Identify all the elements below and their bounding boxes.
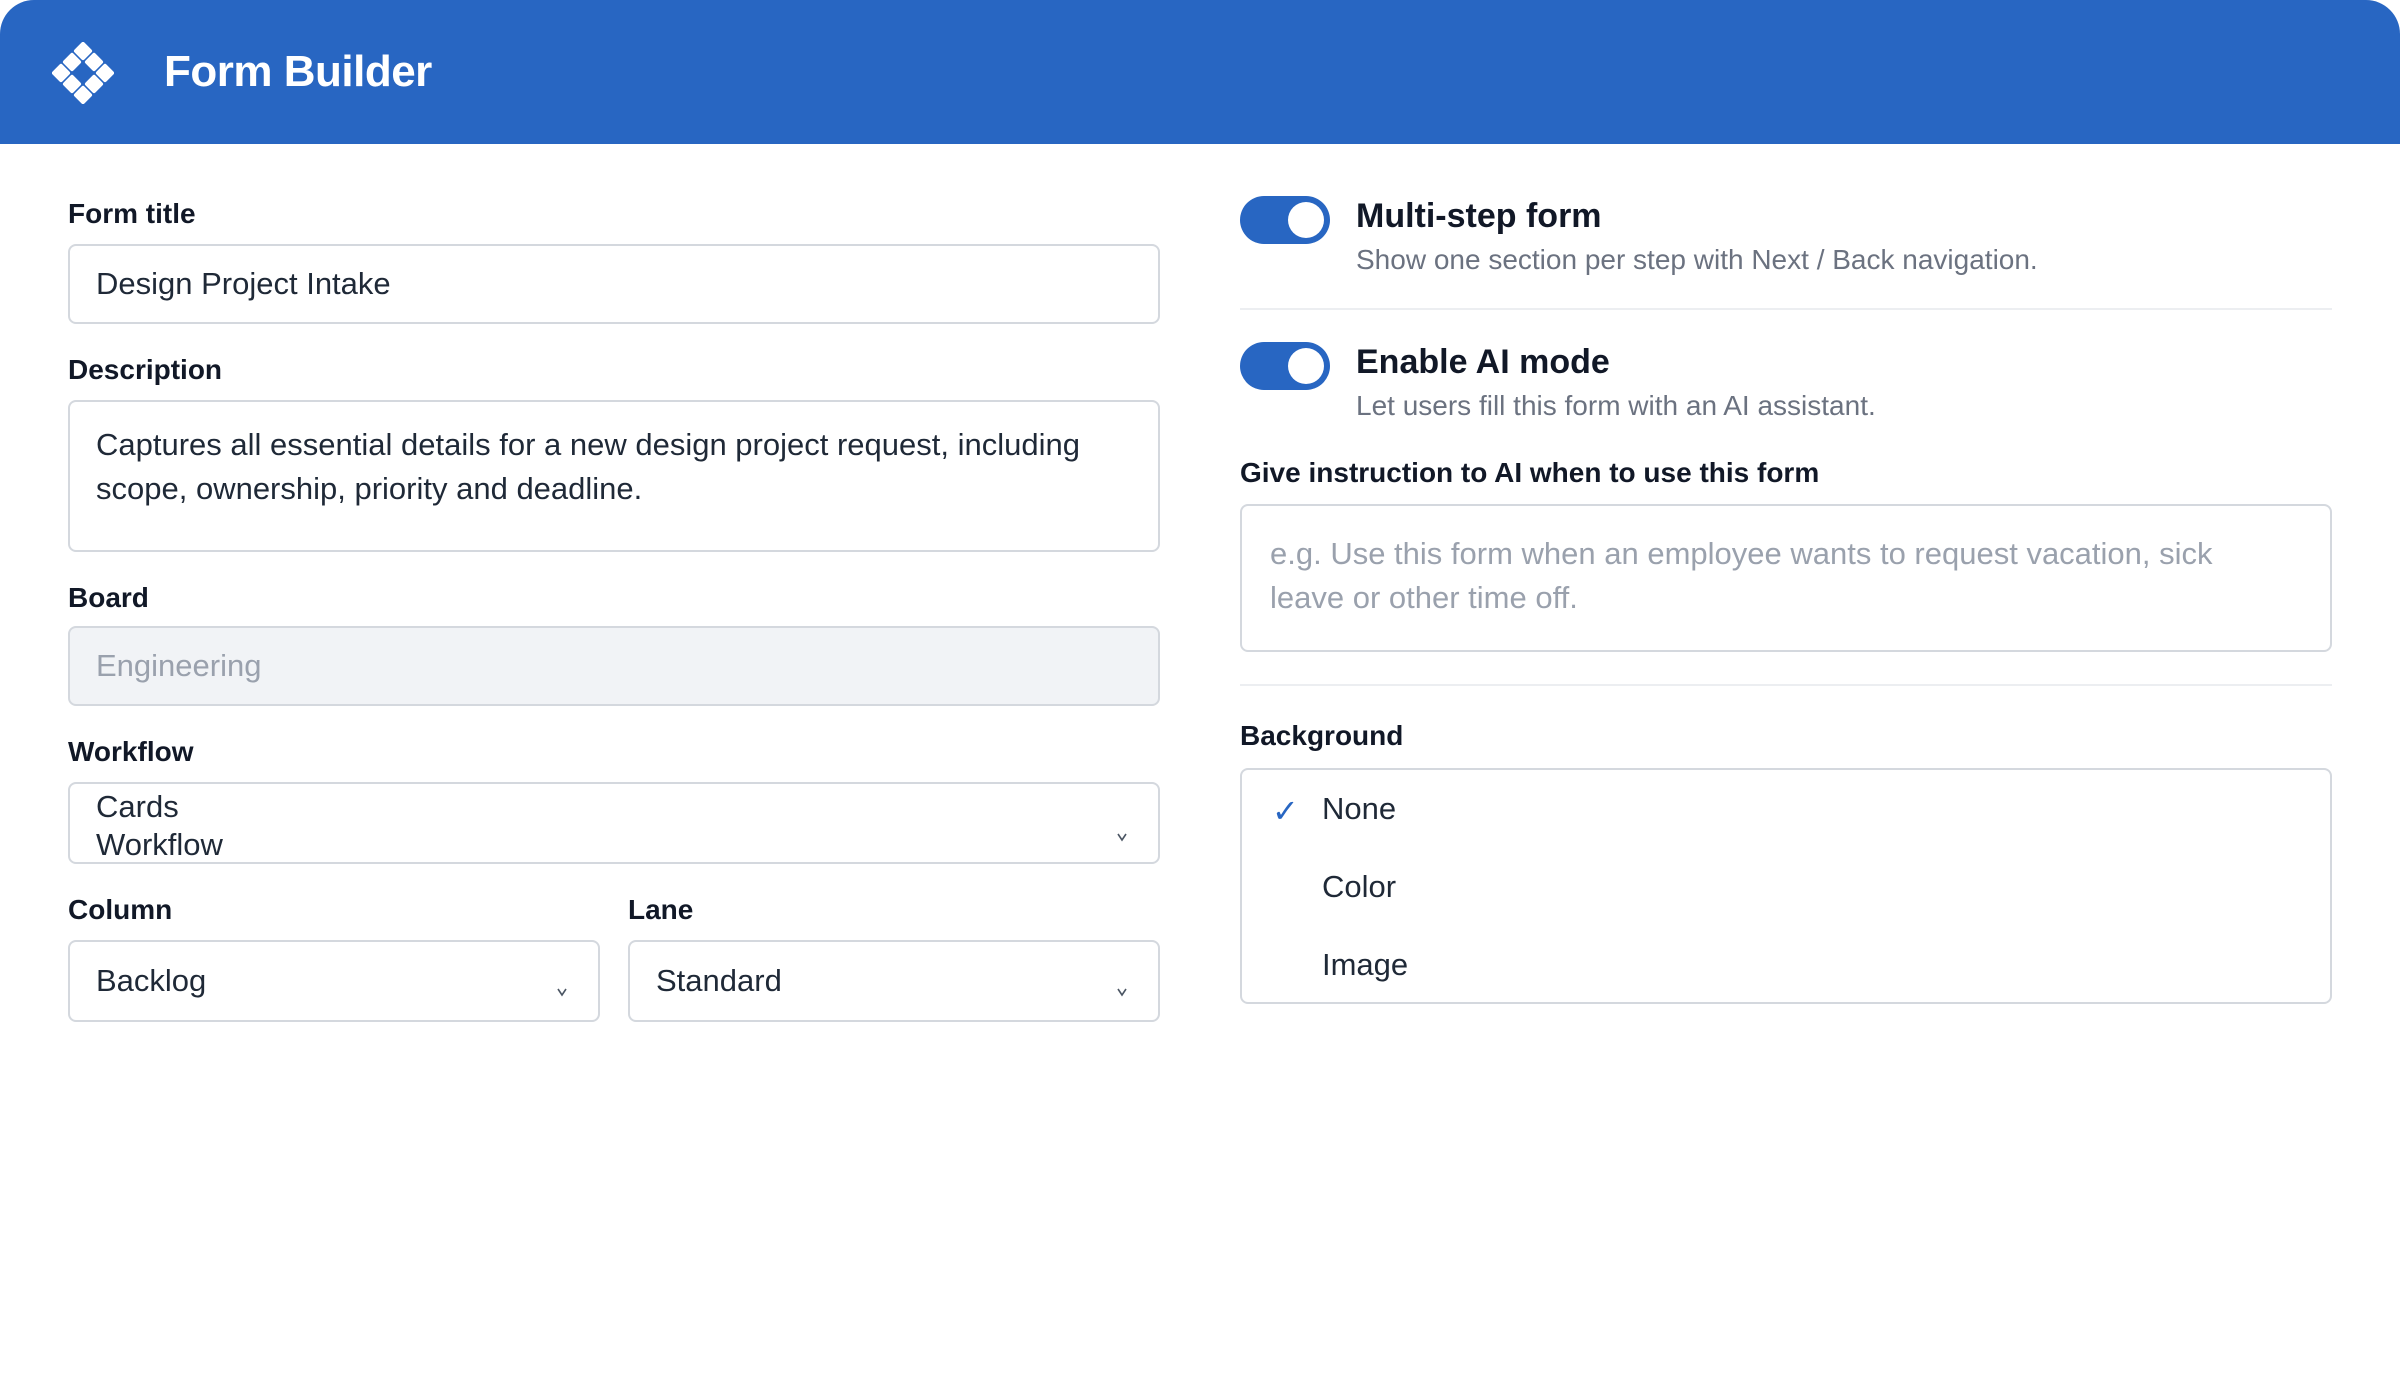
app-header: Form Builder: [0, 0, 2400, 144]
multistep-title: Multi-step form: [1356, 197, 1602, 235]
diamond-grid-logo-icon: [52, 42, 114, 104]
app-title: Form Builder: [164, 47, 432, 96]
form-title-label: Form title: [68, 198, 196, 229]
chevron-down-icon: [1117, 988, 1127, 997]
workflow-select[interactable]: Cards Workflow: [68, 782, 1160, 864]
background-label: Background: [1240, 720, 1404, 751]
ai-instruction-label: Give instruction to AI when to use this …: [1240, 457, 1820, 488]
workflow-value-line-2: Workflow: [96, 827, 223, 862]
background-listbox[interactable]: ✓ None Color Image: [1240, 768, 2332, 1004]
chevron-down-icon: [557, 988, 567, 997]
board-value: Engineering: [96, 648, 262, 683]
ai-mode-subtitle: Let users fill this form with an AI assi…: [1356, 390, 1876, 421]
description-line-2: scope, ownership, priority and deadline.: [96, 471, 643, 506]
ai-instruction-placeholder-line-1: e.g. Use this form when an employee want…: [1270, 536, 2213, 571]
board-input: Engineering: [68, 626, 1160, 706]
multistep-toggle[interactable]: [1240, 196, 1330, 244]
ai-instruction-textarea[interactable]: e.g. Use this form when an employee want…: [1240, 504, 2332, 652]
lane-value: Standard: [656, 963, 782, 998]
board-label: Board: [68, 582, 149, 613]
lane-select[interactable]: Standard: [628, 940, 1160, 1022]
ai-instruction-placeholder-line-2: leave or other time off.: [1270, 580, 1578, 615]
description-line-1: Captures all essential details for a new…: [96, 427, 1080, 462]
description-label: Description: [68, 354, 223, 385]
form-builder-window: Form Builder Form title Design Project I…: [0, 0, 2400, 1400]
column-value: Backlog: [96, 963, 207, 998]
workflow-value-line-1: Cards: [96, 789, 179, 824]
divider: [1240, 684, 2332, 686]
column-select[interactable]: Backlog: [68, 940, 600, 1022]
lane-label: Lane: [628, 894, 694, 925]
option-label: None: [1322, 791, 1397, 826]
divider: [1240, 308, 2332, 310]
background-option-color[interactable]: Color: [1242, 848, 2330, 926]
background-option-none[interactable]: ✓ None: [1242, 770, 2330, 848]
column-label: Column: [68, 894, 173, 925]
workflow-label: Workflow: [68, 736, 194, 767]
form-title-input[interactable]: Design Project Intake: [68, 244, 1160, 324]
chevron-down-icon: [1117, 833, 1127, 842]
form-title-value: Design Project Intake: [96, 266, 391, 301]
option-label: Color: [1322, 869, 1397, 904]
ai-mode-title: Enable AI mode: [1356, 343, 1610, 381]
toggle-knob: [1288, 202, 1324, 238]
checkmark-icon: ✓: [1272, 793, 1299, 829]
background-option-image[interactable]: Image: [1242, 926, 2330, 1004]
ai-mode-toggle[interactable]: [1240, 342, 1330, 390]
toggle-knob: [1288, 348, 1324, 384]
description-textarea[interactable]: Captures all essential details for a new…: [68, 400, 1160, 552]
option-label: Image: [1322, 947, 1409, 982]
multistep-subtitle: Show one section per step with Next / Ba…: [1356, 244, 2038, 275]
